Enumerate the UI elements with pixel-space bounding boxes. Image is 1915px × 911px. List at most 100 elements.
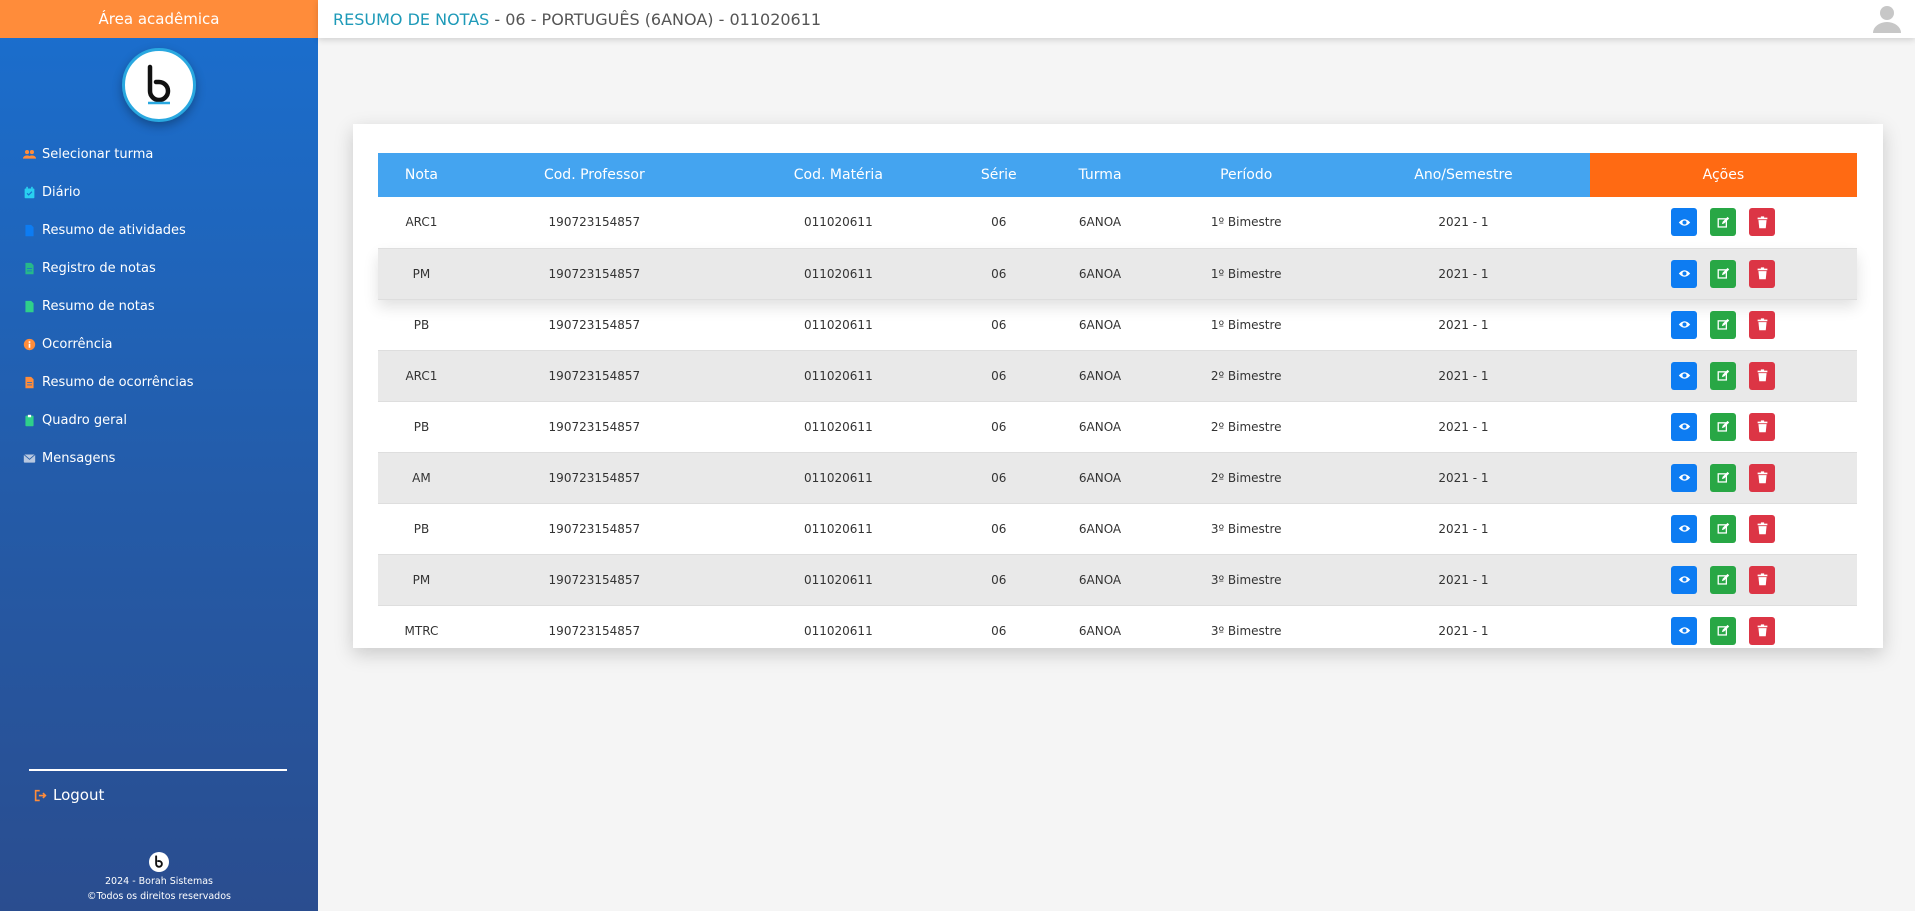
actions-cell — [1590, 401, 1857, 452]
column-header: Ações — [1589, 153, 1857, 197]
table-cell: 2021 - 1 — [1337, 349, 1590, 402]
sidebar-item-registro-notas[interactable]: Registro de notas — [0, 249, 318, 287]
user-avatar-icon[interactable] — [1871, 2, 1903, 34]
delete-button[interactable] — [1749, 463, 1776, 492]
edit-button[interactable] — [1710, 616, 1737, 645]
table-cell: 06 — [991, 623, 1007, 638]
table-cell: 6ANOA — [1078, 317, 1122, 332]
view-button[interactable] — [1671, 412, 1698, 441]
table-cell: 011020611 — [723, 451, 953, 504]
table-cell: PM — [378, 553, 465, 606]
actions-cell — [1589, 349, 1857, 402]
logout-button[interactable]: Logout — [33, 786, 104, 804]
table-cell: 2021 - 1 — [1337, 553, 1590, 606]
edit-button[interactable] — [1710, 514, 1737, 543]
table-cell: 190723154857 — [548, 317, 641, 332]
delete-button[interactable] — [1749, 208, 1776, 237]
sidebar-item-quadro-geral[interactable]: Quadro geral — [0, 401, 318, 439]
sidebar-item-diario[interactable]: Diário — [0, 173, 318, 211]
table-cell: PM — [378, 247, 465, 300]
view-button[interactable] — [1671, 616, 1698, 645]
eye-icon — [1678, 216, 1691, 229]
trash-icon — [1756, 318, 1769, 331]
table-cell: 011020611 — [803, 521, 873, 536]
view-button[interactable] — [1671, 361, 1698, 390]
sidebar-item-selecionar-turma[interactable]: Selecionar turma — [0, 135, 318, 173]
table-cell: 6ANOA — [1078, 623, 1122, 638]
sidebar-item-mensagens[interactable]: Mensagens — [0, 439, 318, 477]
trash-icon — [1756, 216, 1769, 229]
table-cell: 2021 - 1 — [1438, 419, 1489, 434]
edit-button[interactable] — [1710, 310, 1737, 339]
table-cell: 2º Bimestre — [1155, 349, 1338, 402]
edit-button[interactable] — [1710, 208, 1737, 237]
edit-button[interactable] — [1710, 463, 1737, 492]
page-title: RESUMO DE NOTAS - 06 - PORTUGUÊS (6ANOA)… — [333, 10, 821, 29]
borah-logo[interactable] — [122, 48, 196, 122]
actions-cell — [1590, 605, 1857, 656]
table-cell: 190723154857 — [548, 215, 641, 230]
edit-icon — [1717, 624, 1730, 637]
table-cell: 2º Bimestre — [1155, 451, 1338, 504]
table-cell: 6ANOA — [1044, 247, 1156, 300]
eye-icon — [1678, 267, 1691, 280]
edit-button[interactable] — [1710, 412, 1737, 441]
edit-icon — [1717, 216, 1730, 229]
sidebar-item-label: Diário — [42, 184, 81, 200]
eye-icon — [1678, 522, 1691, 535]
table-cell: 011020611 — [803, 623, 873, 638]
trash-icon — [1756, 369, 1769, 382]
eye-icon — [1678, 369, 1691, 382]
view-button[interactable] — [1671, 208, 1698, 237]
table-cell: 3º Bimestre — [1155, 553, 1338, 606]
clipboard-icon — [22, 413, 36, 427]
sidebar-item-label: Mensagens — [42, 450, 116, 466]
logout-divider — [29, 769, 287, 771]
table-row: ARC1 190723154857 011020611 06 6ANOA 1º Bimes… — [378, 197, 1857, 248]
trash-icon — [1756, 624, 1769, 637]
actions-cell — [1589, 247, 1857, 300]
trash-icon — [1756, 471, 1769, 484]
topbar: RESUMO DE NOTAS - 06 - PORTUGUÊS (6ANOA)… — [318, 0, 1915, 38]
edit-button[interactable] — [1710, 565, 1737, 594]
table-row: PM 190723154857 011020611 06 6ANOA 3º Bimestr… — [378, 553, 1857, 606]
sidebar-item-label: Resumo de atividades — [42, 222, 186, 238]
edit-icon — [1717, 573, 1730, 586]
delete-button[interactable] — [1749, 565, 1776, 594]
edit-button[interactable] — [1710, 361, 1737, 390]
trash-icon — [1756, 522, 1769, 535]
footer-copyright: 2024 - Borah Sistemas — [105, 876, 213, 887]
delete-button[interactable] — [1749, 259, 1776, 288]
edit-icon — [1717, 471, 1730, 484]
sidebar-item-ocorrencia[interactable]: Ocorrência — [0, 325, 318, 363]
table-cell: 011020611 — [723, 349, 953, 402]
sidebar-item-resumo-notas[interactable]: Resumo de notas — [0, 287, 318, 325]
table-cell: MTRC — [404, 623, 439, 638]
table-cell: 1º Bimestre — [1155, 247, 1338, 300]
users-icon — [22, 147, 36, 161]
view-button[interactable] — [1671, 463, 1698, 492]
actions-cell — [1590, 197, 1857, 248]
view-button[interactable] — [1671, 514, 1698, 543]
table-cell: 190723154857 — [464, 451, 724, 504]
sidebar-item-resumo-atividades[interactable]: Resumo de atividades — [0, 211, 318, 249]
delete-button[interactable] — [1749, 310, 1776, 339]
view-button[interactable] — [1671, 259, 1698, 288]
table-cell: PB — [413, 419, 430, 434]
grades-card: Nota Cod. Professor Cod. Matéria Série Turma… — [353, 124, 1883, 648]
view-button[interactable] — [1671, 565, 1698, 594]
delete-button[interactable] — [1749, 412, 1776, 441]
delete-button[interactable] — [1749, 361, 1776, 390]
actions-cell — [1590, 503, 1857, 554]
sidebar-item-resumo-ocorrencias[interactable]: Resumo de ocorrências — [0, 363, 318, 401]
delete-button[interactable] — [1749, 616, 1776, 645]
view-button[interactable] — [1671, 310, 1698, 339]
table-cell: 1º Bimestre — [1210, 317, 1282, 332]
table-cell: 6ANOA — [1044, 451, 1156, 504]
table-cell: 6ANOA — [1078, 521, 1122, 536]
delete-button[interactable] — [1749, 514, 1776, 543]
edit-button[interactable] — [1710, 259, 1737, 288]
table-cell: 6ANOA — [1044, 349, 1156, 402]
footer-logo-icon — [149, 852, 169, 872]
info-icon — [22, 337, 36, 351]
